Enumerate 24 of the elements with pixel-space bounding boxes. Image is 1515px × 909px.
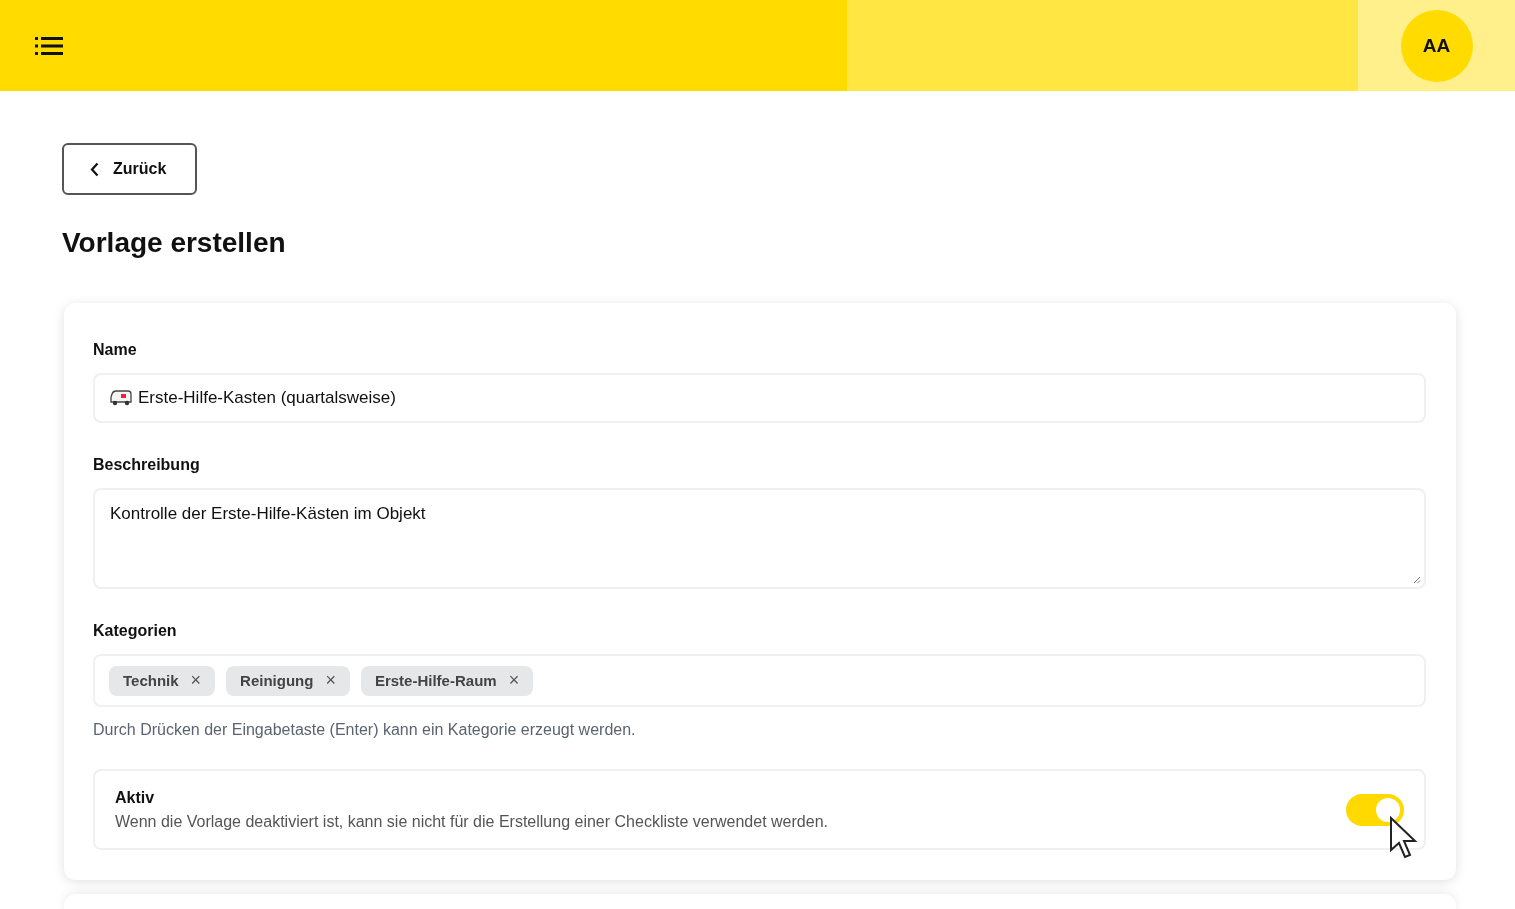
user-avatar[interactable]: AA	[1400, 9, 1473, 82]
menu-button[interactable]	[35, 35, 63, 56]
ambulance-icon	[110, 390, 132, 406]
field-label: Beschreibung	[93, 455, 201, 475]
cursor-icon	[1389, 816, 1419, 860]
chevron-left-icon	[90, 161, 99, 177]
menu-icon	[35, 35, 63, 56]
back-button[interactable]: Zurück	[62, 143, 197, 195]
field-label: Name	[93, 340, 138, 360]
setting-description: Wenn die Vorlage deaktiviert ist, kann sie nicht für die Erstellung einer Checkliste verwendet werden.	[115, 812, 828, 831]
category-chip[interactable]: Reinigung ×	[226, 665, 350, 696]
category-chip[interactable]: Technik ×	[109, 665, 216, 696]
category-chip[interactable]: Erste-Hilfe-Raum ×	[360, 665, 534, 696]
helper-text: Durch Drücken der Eingabetaste (Enter) kann ein Kategorie erzeugt werden.	[93, 721, 637, 739]
categories-field[interactable]: Technik × Reinigung × Erste-Hilfe-Raum ×	[93, 654, 1426, 707]
field-label: Kategorien	[93, 621, 178, 641]
name-field[interactable]: Erste-Hilfe-Kasten (quartalsweise)	[93, 373, 1426, 423]
name-value: Erste-Hilfe-Kasten (quartalsweise)	[138, 388, 396, 408]
setting-title: Aktiv	[115, 788, 156, 807]
page-title: Vorlage erstellen	[62, 226, 287, 260]
toggle-switch[interactable]	[1346, 793, 1404, 826]
description-value: Kontrolle der Erste-Hilfe-Kästen im Objekt	[110, 504, 426, 524]
description-field[interactable]: Kontrolle der Erste-Hilfe-Kästen im Objekt	[93, 488, 1426, 589]
resize-grip-icon[interactable]	[1413, 576, 1421, 584]
